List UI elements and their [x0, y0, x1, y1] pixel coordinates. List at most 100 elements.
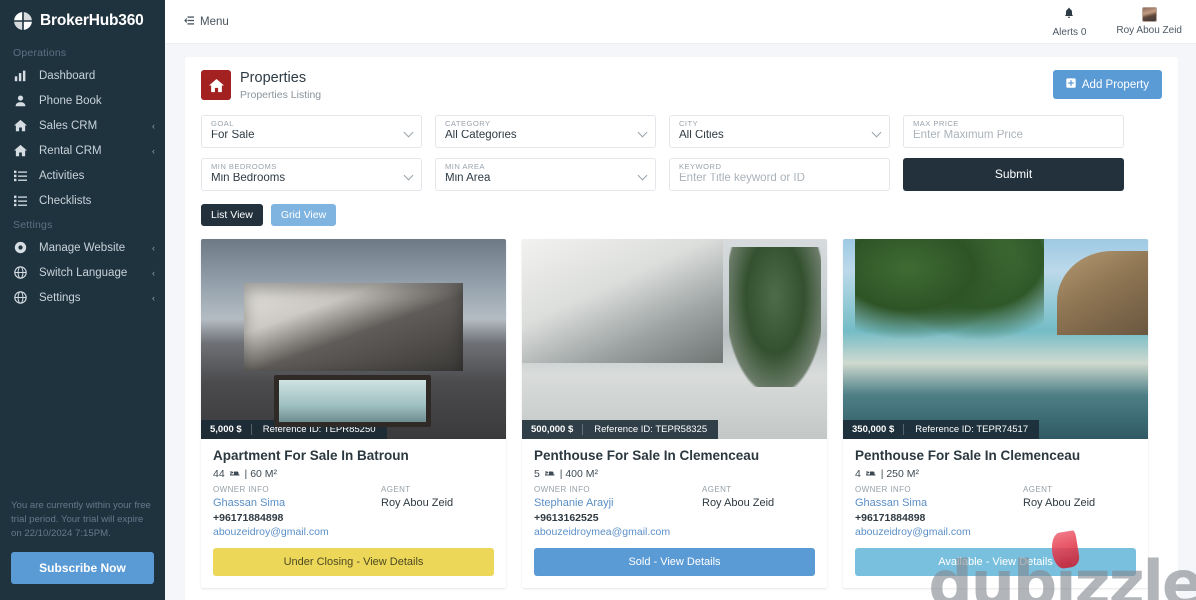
sidebar-item-label: Checklists	[39, 194, 92, 207]
filter-goal[interactable]: GOAL For Sale	[201, 114, 422, 148]
max-price-input[interactable]: Enter Maximum Price	[913, 130, 1114, 142]
reference-badge: Reference ID: TEPR58325	[594, 423, 708, 435]
sidebar-item-phone-book[interactable]: Phone Book	[0, 88, 165, 113]
owner-column: OWNER INFO Ghassan Sima +96171884898 abo…	[213, 485, 381, 540]
sidebar-item-switch-language[interactable]: Switch Language ‹	[0, 260, 165, 285]
owner-name[interactable]: Ghassan Sima	[855, 496, 1023, 511]
add-property-button[interactable]: Add Property	[1052, 70, 1162, 99]
owner-email[interactable]: abouzeidroy@gmail.com	[855, 525, 1023, 540]
chevron-left-icon: ‹	[152, 267, 155, 278]
filter-keyword[interactable]: KEYWORD Enter Title keyword or ID	[669, 157, 890, 191]
filter-category[interactable]: CATEGORY All Categories	[435, 114, 656, 148]
filter-max-price[interactable]: MAX PRICE Enter Maximum Price	[903, 114, 1124, 148]
sidebar-item-dashboard[interactable]: Dashboard	[0, 63, 165, 88]
field-label: MIN AREA	[445, 161, 485, 171]
field-value: For Sale	[211, 130, 255, 142]
topbar-right: Alerts 0 Roy Abou Zeid	[1052, 6, 1182, 38]
content: Properties Properties Listing Add Proper…	[165, 44, 1196, 600]
list-view-button[interactable]: List View	[201, 203, 263, 226]
status-view-details-button[interactable]: Under Closing - View Details	[213, 547, 494, 576]
sidebar-item-label: Rental CRM	[39, 144, 102, 157]
property-card-list: 5,000 $ Reference ID: TEPR85250 Apartmen…	[201, 238, 1162, 588]
topbar: Menu Alerts 0 Roy Abou Zeid	[165, 0, 1196, 44]
reference-badge: Reference ID: TEPR85250	[262, 423, 376, 435]
panel-header: Properties Properties Listing Add Proper…	[201, 70, 1162, 101]
property-photo[interactable]: 5,000 $ Reference ID: TEPR85250	[201, 238, 506, 439]
home-icon	[13, 144, 27, 158]
sidebar-item-settings[interactable]: Settings ‹	[0, 285, 165, 310]
globe-icon	[13, 266, 27, 280]
bell-icon	[1063, 6, 1075, 24]
property-photo[interactable]: 350,000 $ Reference ID: TEPR74517	[843, 238, 1148, 439]
alerts-label: Alerts 0	[1052, 26, 1087, 38]
agent-name: Roy Abou Zeid	[702, 496, 775, 509]
field-value: Min Bedrooms	[211, 173, 286, 185]
field-label: MAX PRICE	[913, 118, 959, 128]
filter-form: GOAL For Sale CATEGORY All Categories CI…	[201, 114, 1162, 191]
sidebar: BrokerHub360 Operations Dashboard Phone …	[0, 0, 165, 600]
owner-email[interactable]: abouzeidroymea@gmail.com	[534, 525, 702, 540]
property-card[interactable]: 5,000 $ Reference ID: TEPR85250 Apartmen…	[201, 238, 506, 588]
sidebar-item-rental-crm[interactable]: Rental CRM ‹	[0, 138, 165, 163]
bed-icon	[228, 468, 245, 480]
home-icon	[201, 70, 231, 100]
menu-toggle-button[interactable]: Menu	[181, 14, 229, 30]
chevron-left-icon: ‹	[152, 120, 155, 131]
status-view-details-button[interactable]: Sold - View Details	[534, 547, 815, 576]
owner-phone[interactable]: +9613162525	[534, 511, 702, 526]
sidebar-item-checklists[interactable]: Checklists	[0, 188, 165, 213]
price-badge: 350,000 $	[852, 423, 895, 435]
submit-button[interactable]: Submit	[903, 157, 1124, 191]
sidebar-item-label: Manage Website	[39, 241, 126, 254]
property-card[interactable]: 350,000 $ Reference ID: TEPR74517 Pentho…	[843, 238, 1148, 588]
property-card[interactable]: 500,000 $ Reference ID: TEPR58325 Pentho…	[522, 238, 827, 588]
contact-info: OWNER INFO Ghassan Sima +96171884898 abo…	[213, 485, 494, 540]
subscribe-now-button[interactable]: Subscribe Now	[11, 552, 154, 584]
property-specs: 4 | 250 M²	[855, 468, 1136, 480]
sidebar-item-label: Dashboard	[39, 69, 96, 82]
hamburger-collapse-icon	[181, 14, 194, 30]
brand[interactable]: BrokerHub360	[0, 0, 165, 41]
agent-column: AGENT Roy Abou Zeid	[381, 485, 494, 540]
user-menu[interactable]: Roy Abou Zeid	[1116, 7, 1182, 36]
nav-section-title: Settings	[13, 219, 53, 231]
field-label: KEYWORD	[679, 161, 722, 171]
nav-section-operations: Operations Dashboard Phone Book Sales CR…	[0, 41, 165, 213]
property-title: Penthouse For Sale In Clemenceau	[534, 447, 760, 463]
menu-toggle-label: Menu	[200, 15, 229, 28]
owner-phone[interactable]: +96171884898	[855, 511, 1023, 526]
agent-name: Roy Abou Zeid	[381, 496, 454, 509]
alerts-button[interactable]: Alerts 0	[1052, 6, 1086, 38]
grid-view-button[interactable]: Grid View	[270, 203, 337, 226]
sidebar-item-sales-crm[interactable]: Sales CRM ‹	[0, 113, 165, 138]
photo-badges: 5,000 $ Reference ID: TEPR85250	[201, 419, 387, 439]
trial-notice: You are currently within your free trial…	[0, 499, 165, 600]
sidebar-item-manage-website[interactable]: Manage Website ‹	[0, 235, 165, 260]
owner-name[interactable]: Stephanie Arayji	[534, 496, 702, 511]
filter-min-area[interactable]: MIN AREA Min Area	[435, 157, 656, 191]
agent-name: Roy Abou Zeid	[1023, 496, 1096, 509]
chevron-left-icon: ‹	[152, 242, 155, 253]
reference-badge: Reference ID: TEPR74517	[915, 423, 1029, 435]
owner-column: OWNER INFO Stephanie Arayji +9613162525 …	[534, 485, 702, 540]
plus-square-icon	[1066, 78, 1076, 91]
sidebar-item-activities[interactable]: Activities	[0, 163, 165, 188]
card-body: Apartment For Sale In Batroun 44 | 60 M²	[201, 439, 506, 588]
owner-email[interactable]: abouzeidroy@gmail.com	[213, 525, 381, 540]
chevron-left-icon: ‹	[152, 292, 155, 303]
property-specs: 5 | 400 M²	[534, 468, 815, 480]
property-photo[interactable]: 500,000 $ Reference ID: TEPR58325	[522, 238, 827, 439]
status-view-details-button[interactable]: Available - View Details	[855, 547, 1136, 576]
keyword-input[interactable]: Enter Title keyword or ID	[679, 173, 880, 185]
filter-city[interactable]: CITY All Cities	[669, 114, 890, 148]
field-value: All Cities	[679, 130, 724, 142]
owner-phone[interactable]: +96171884898	[213, 511, 381, 526]
view-toggle: List View Grid View	[201, 203, 1162, 226]
bed-icon	[543, 468, 560, 480]
owner-name[interactable]: Ghassan Sima	[213, 496, 381, 511]
trial-text: You are currently within your free trial…	[11, 500, 151, 540]
list-icon	[13, 169, 27, 183]
field-label: CATEGORY	[445, 118, 491, 128]
owner-info-label: OWNER INFO	[855, 484, 911, 494]
filter-min-bedrooms[interactable]: MIN BEDROOMS Min Bedrooms	[201, 157, 422, 191]
